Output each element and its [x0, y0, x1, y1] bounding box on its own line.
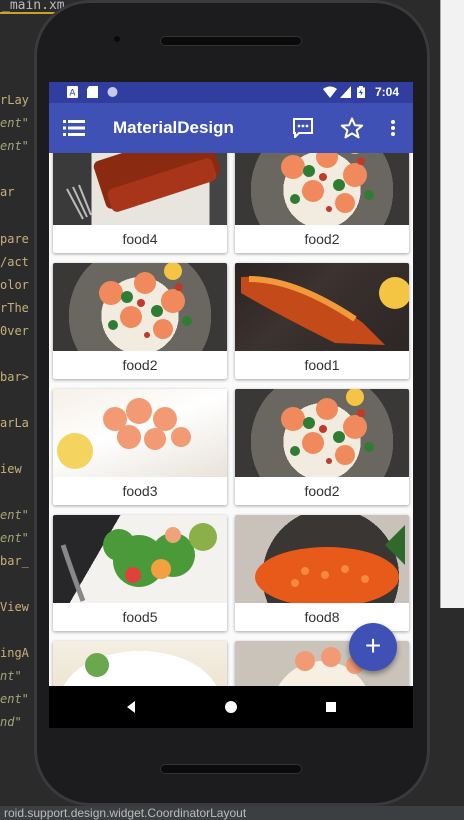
add-fab-button[interactable]: + — [349, 623, 397, 671]
navigation-bar — [49, 686, 413, 728]
code-fragment: rLay — [0, 93, 29, 107]
overflow-menu-icon[interactable] — [380, 115, 406, 141]
bottom-speaker — [160, 764, 302, 774]
code-fragment: ent" — [0, 692, 29, 706]
app-screen: A 7:04 MaterialDesign food4 food2 food2 foo… — [49, 82, 413, 728]
food-label: food5 — [122, 609, 158, 625]
recents-icon[interactable] — [323, 699, 339, 715]
food-label: food2 — [304, 231, 340, 247]
code-fragment: ent" — [0, 508, 29, 522]
clock: 7:04 — [374, 85, 399, 99]
star-icon[interactable] — [339, 115, 365, 141]
list-menu-icon[interactable] — [61, 115, 87, 141]
code-fragment: 0ver — [0, 324, 29, 338]
food-label: food3 — [122, 483, 158, 499]
food-card[interactable]: food1 — [235, 263, 409, 379]
code-fragment: ent" — [0, 531, 29, 545]
food-label: food2 — [304, 483, 340, 499]
food-image — [53, 515, 227, 603]
food-card[interactable]: food5 — [53, 515, 227, 631]
battery-icon — [357, 86, 365, 98]
preview-panel — [440, 0, 464, 608]
code-fragment: ent" — [0, 116, 29, 130]
food-card[interactable]: food8 — [235, 515, 409, 631]
ide-status-bar: roid.support.design.widget.CoordinatorLa… — [0, 806, 464, 820]
status-bar: A 7:04 — [49, 82, 413, 103]
notification-a-icon: A — [67, 86, 78, 98]
code-fragment: ar — [0, 185, 15, 199]
food-card[interactable]: food4 — [53, 153, 227, 253]
code-fragment: iew — [0, 462, 22, 476]
food-card[interactable] — [53, 641, 227, 686]
sync-dot-icon — [107, 87, 118, 97]
code-fragment: ent" — [0, 139, 29, 153]
message-icon[interactable] — [290, 115, 316, 141]
food-label: food1 — [304, 357, 340, 373]
wifi-icon — [323, 86, 337, 98]
food-image — [53, 641, 227, 686]
code-fragment: rThe — [0, 301, 29, 315]
code-fragment: bar> — [0, 370, 29, 384]
code-fragment: View — [0, 600, 29, 614]
camera-dot — [114, 36, 120, 42]
food-image — [235, 263, 409, 351]
home-icon[interactable] — [223, 699, 239, 715]
food-label: food4 — [122, 231, 158, 247]
top-speaker — [160, 36, 302, 46]
food-card[interactable]: food2 — [235, 153, 409, 253]
sd-card-icon — [87, 86, 98, 98]
food-image — [53, 263, 227, 351]
code-fragment: olor — [0, 278, 29, 292]
food-card[interactable]: food2 — [235, 389, 409, 505]
food-image — [235, 389, 409, 477]
app-toolbar: MaterialDesign — [49, 103, 413, 153]
food-image — [53, 389, 227, 477]
food-image — [235, 515, 409, 603]
code-fragment: /act — [0, 255, 29, 269]
code-fragment: bar_ — [0, 554, 29, 568]
svg-text:A: A — [69, 89, 76, 99]
food-image — [235, 153, 409, 225]
code-fragment: nt" — [0, 669, 22, 683]
food-grid[interactable]: food4 food2 food2 food1 food3 food2 food5 food8 — [49, 153, 413, 686]
food-card[interactable]: food3 — [53, 389, 227, 505]
code-fragment: pare — [0, 232, 29, 246]
toolbar-title: MaterialDesign — [113, 118, 234, 137]
code-fragment: nd" — [0, 715, 22, 729]
food-card[interactable]: food2 — [53, 263, 227, 379]
food-label: food2 — [122, 357, 158, 373]
food-image — [53, 153, 227, 225]
code-fragment: ingA — [0, 646, 29, 660]
code-fragment: arLa — [0, 416, 29, 430]
back-icon[interactable] — [123, 699, 139, 715]
signal-icon — [340, 86, 351, 98]
